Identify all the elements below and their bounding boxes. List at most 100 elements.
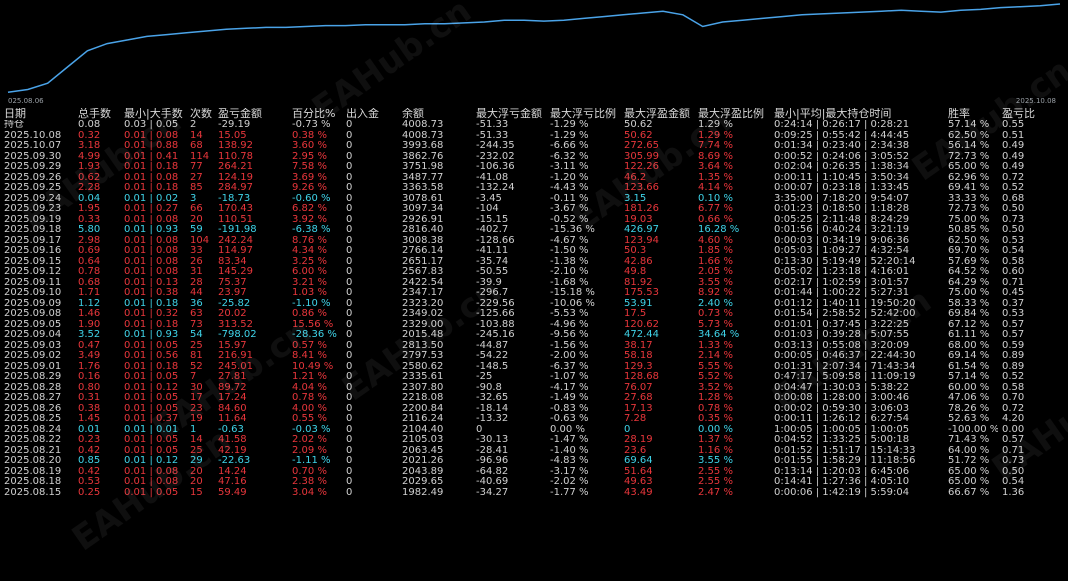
table-row[interactable]: 2025.09.09 1.12 0.01 | 0.18 36 -25.82 -1.10 %…: [0, 299, 1068, 310]
table-cell: 114.97: [218, 246, 253, 256]
table-row[interactable]: 2025.09.16 0.69 0.01 | 0.08 33 114.97 4.34 % 0…: [0, 246, 1068, 257]
table-row[interactable]: 2025.10.08 0.32 0.01 | 0.08 14 15.05 0.38 % 0 4…: [0, 131, 1068, 142]
table-cell: -132.24: [476, 183, 515, 193]
table-cell: 0.52: [1002, 372, 1025, 382]
table-row[interactable]: 2025.08.26 0.38 0.01 | 0.05 23 84.60 4.00 % 0 2…: [0, 404, 1068, 415]
table-row[interactable]: 2025.08.18 0.53 0.01 | 0.08 20 47.16 2.38 % 0 2…: [0, 477, 1068, 488]
table-row[interactable]: 2025.08.15 0.25 0.01 | 0.05 15 59.49 3.04 % 0 1…: [0, 488, 1068, 499]
table-cell: -1.47 %: [550, 435, 589, 445]
table-cell: -2.00 %: [550, 351, 589, 361]
table-cell: 49.8: [624, 267, 647, 277]
table-cell: 2029.65: [402, 477, 444, 487]
column-header[interactable]: 余额: [398, 108, 472, 120]
table-cell: 0.51: [1002, 130, 1025, 141]
table-row[interactable]: 2025.09.05 1.90 0.01 | 0.18 73 313.52 15.56 %…: [0, 320, 1068, 331]
table-row[interactable]: 2025.08.22 0.23 0.01 | 0.05 14 41.58 2.02 % 0 2…: [0, 435, 1068, 446]
table-row[interactable]: 2025.10.07 3.18 0.01 | 0.88 68 138.92 3.60 % 0…: [0, 141, 1068, 152]
table-row[interactable]: 2025.08.21 0.42 0.01 | 0.05 25 42.19 2.09 % 0 2…: [0, 446, 1068, 457]
table-row[interactable]: 2025.09.10 1.71 0.01 | 0.38 44 23.97 1.03 % 0 2…: [0, 288, 1068, 299]
table-cell: 0: [346, 330, 353, 340]
table-cell: 0:00:05 | 0:46:37 | 22:44:30: [774, 351, 916, 361]
table-cell: 0: [624, 424, 631, 435]
holding-row[interactable]: 持仓 0.08 0.03 | 0.05 2 -29.19 -0.73 % 0 4008.73 -…: [0, 120, 1068, 131]
table-row[interactable]: 2025.09.11 0.68 0.01 | 0.13 28 75.37 3.21 % 0 2…: [0, 278, 1068, 289]
table-cell: 25: [190, 445, 203, 456]
table-cell: -1.38 %: [550, 256, 589, 267]
table-row[interactable]: 2025.08.20 0.85 0.01 | 0.12 29 -22.63 -1.11 %…: [0, 456, 1068, 467]
table-cell: 54: [190, 330, 203, 340]
column-header[interactable]: 最大浮亏比例: [546, 108, 620, 120]
table-cell: -1.29 %: [550, 120, 589, 130]
table-cell: 0: [346, 256, 353, 267]
table-cell: 2025.09.30: [4, 151, 62, 162]
table-cell: 62.50 %: [948, 130, 990, 141]
table-cell: 2.09 %: [292, 445, 327, 456]
table-row[interactable]: 2025.09.18 5.80 0.01 | 0.93 59 -191.98 -6.38 …: [0, 225, 1068, 236]
table-cell: -103.88: [476, 319, 515, 330]
column-header[interactable]: 胜率: [944, 108, 998, 120]
table-cell: 3.69 %: [292, 172, 327, 183]
table-row[interactable]: 2025.08.29 0.16 0.01 | 0.05 7 27.81 1.21 % 0 23…: [0, 372, 1068, 383]
table-cell: 0: [346, 183, 353, 193]
column-header[interactable]: 日期: [0, 108, 74, 120]
column-header[interactable]: 盈亏比: [998, 108, 1068, 120]
table-row[interactable]: 2025.09.24 0.04 0.01 | 0.02 3 -18.73 -0.60 % 0…: [0, 194, 1068, 205]
table-cell: 15.97: [218, 340, 247, 351]
table-cell: 0.01 | 0.93: [124, 225, 179, 235]
table-row[interactable]: 2025.09.04 3.52 0.01 | 0.93 54 -798.02 -28.36…: [0, 330, 1068, 341]
table-row[interactable]: 2025.09.30 4.99 0.01 | 0.41 114 110.78 2.95 %…: [0, 152, 1068, 163]
table-cell: 0.01 | 0.08: [124, 267, 179, 277]
table-row[interactable]: 2025.09.23 1.95 0.01 | 0.27 66 170.43 6.82 % 0…: [0, 204, 1068, 215]
table-cell: 89.72: [218, 382, 247, 393]
table-row[interactable]: 2025.08.28 0.80 0.01 | 0.12 30 89.72 4.04 % 0 2…: [0, 383, 1068, 394]
table-cell: -245.16: [476, 330, 515, 340]
table-cell: 30: [190, 382, 203, 393]
column-header[interactable]: 最小|平均|最大持仓时间: [770, 108, 944, 120]
table-row[interactable]: 2025.09.12 0.78 0.01 | 0.08 31 145.29 6.00 % 0…: [0, 267, 1068, 278]
table-cell: 3.18: [78, 141, 101, 151]
table-row[interactable]: 2025.09.08 1.46 0.01 | 0.32 63 20.02 0.86 % 0 2…: [0, 309, 1068, 320]
table-row[interactable]: 2025.09.03 0.47 0.01 | 0.05 25 15.97 0.57 % 0 2…: [0, 341, 1068, 352]
table-cell: 3.04 %: [292, 487, 327, 498]
table-cell: 0.01 | 0.02: [124, 193, 179, 204]
column-header[interactable]: 最小|大手数: [120, 108, 186, 120]
table-cell: -0.03 %: [292, 424, 331, 435]
table-cell: 0.01 | 0.08: [124, 172, 179, 183]
table-row[interactable]: 2025.09.17 2.98 0.01 | 0.08 104 242.24 8.76 %…: [0, 236, 1068, 247]
table-cell: 3.49: [78, 351, 101, 361]
table-row[interactable]: 2025.09.02 3.49 0.01 | 0.56 81 216.91 8.41 % 0…: [0, 351, 1068, 362]
table-cell: 2.55 %: [698, 466, 733, 477]
table-row[interactable]: 2025.09.15 0.64 0.01 | 0.08 26 83.34 3.25 % 0 2…: [0, 257, 1068, 268]
table-cell: -9.56 %: [550, 330, 589, 340]
table-cell: 0.01 | 0.05: [124, 372, 179, 382]
table-cell: 305.99: [624, 151, 659, 162]
table-row[interactable]: 2025.09.19 0.33 0.01 | 0.08 20 110.51 3.92 % 0…: [0, 215, 1068, 226]
table-row[interactable]: 2025.09.25 2.28 0.01 | 0.18 85 284.97 9.26 % 0…: [0, 183, 1068, 194]
table-cell: 2025.09.01: [4, 361, 62, 372]
column-header[interactable]: 最大浮亏金额: [472, 108, 546, 120]
table-row[interactable]: 2025.08.24 0.01 0.01 | 0.01 1 -0.63 -0.03 % 0 2…: [0, 425, 1068, 436]
table-cell: 0.70 %: [292, 466, 327, 477]
table-cell: 51.72 %: [948, 456, 990, 466]
table-row[interactable]: 2025.09.26 0.62 0.01 | 0.08 27 124.19 3.69 % 0…: [0, 173, 1068, 184]
table-cell: 0.01 | 0.56: [124, 351, 179, 361]
column-header[interactable]: 次数: [186, 108, 214, 120]
table-row[interactable]: 2025.09.01 1.76 0.01 | 0.18 52 245.01 10.49 %…: [0, 362, 1068, 373]
table-cell: 0.01 | 0.18: [124, 319, 179, 330]
table-cell: 3862.76: [402, 151, 444, 162]
column-header[interactable]: 出入金: [342, 108, 398, 120]
column-header[interactable]: 最大浮盈比例: [694, 108, 770, 120]
table-row[interactable]: 2025.09.29 1.93 0.01 | 0.18 77 264.21 7.58 % 0…: [0, 162, 1068, 173]
table-row[interactable]: 2025.08.19 0.42 0.01 | 0.08 20 14.24 0.70 % 0 2…: [0, 467, 1068, 478]
table-cell: -3.45: [476, 193, 502, 204]
table-row[interactable]: 2025.08.25 1.45 0.01 | 0.37 19 11.64 0.55 % 0 2…: [0, 414, 1068, 425]
column-header[interactable]: 总手数: [74, 108, 120, 120]
table-cell: 9.26 %: [292, 183, 327, 193]
column-header[interactable]: 盈亏金额: [214, 108, 288, 120]
table-row[interactable]: 2025.08.27 0.31 0.01 | 0.05 17 17.24 0.78 % 0 2…: [0, 393, 1068, 404]
table-cell: -4.67 %: [550, 235, 589, 246]
table-cell: 0: [346, 277, 353, 288]
column-header[interactable]: 最大浮盈金额: [620, 108, 694, 120]
column-header[interactable]: 百分比%: [288, 108, 342, 120]
table-cell: 23.6: [624, 445, 647, 456]
